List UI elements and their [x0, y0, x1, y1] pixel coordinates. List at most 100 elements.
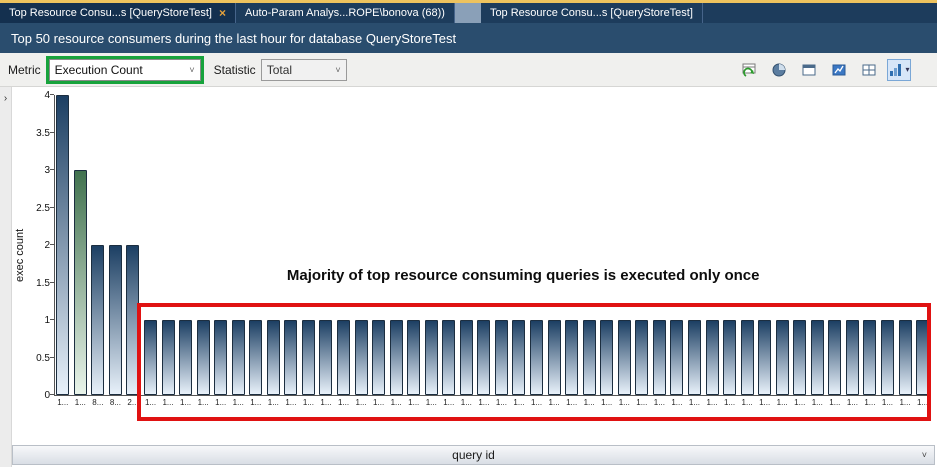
bar[interactable] — [653, 320, 666, 395]
bar[interactable] — [232, 320, 245, 395]
bar[interactable] — [284, 320, 297, 395]
bar-column[interactable]: 1... — [405, 95, 423, 415]
tab-top-resource-consumers-2[interactable]: Top Resource Consu...s [QueryStoreTest] — [481, 3, 703, 23]
grid-view-icon[interactable] — [857, 59, 881, 81]
bar-column[interactable]: 1... — [844, 95, 862, 415]
highlighted-bar[interactable] — [74, 170, 87, 395]
bar-column[interactable]: 1... — [142, 95, 160, 415]
bar[interactable] — [91, 245, 104, 395]
bar[interactable] — [688, 320, 701, 395]
bar[interactable] — [442, 320, 455, 395]
bar-column[interactable]: 1... — [265, 95, 283, 415]
bar-column[interactable]: 1... — [352, 95, 370, 415]
bar-column[interactable]: 1... — [282, 95, 300, 415]
bar[interactable] — [495, 320, 508, 395]
tab-auto-param-analysis[interactable]: Auto-Param Analys...ROPE\bonova (68)) — [236, 3, 455, 23]
collapsed-panel-toggle[interactable]: › — [0, 87, 12, 467]
bar-column[interactable]: 1... — [177, 95, 195, 415]
bar-column[interactable]: 1... — [300, 95, 318, 415]
bar-column[interactable]: 1... — [914, 95, 932, 415]
bar-column[interactable]: 1... — [229, 95, 247, 415]
bar[interactable] — [460, 320, 473, 395]
bar[interactable] — [548, 320, 561, 395]
bar[interactable] — [214, 320, 227, 395]
bar[interactable] — [302, 320, 315, 395]
bar-column[interactable]: 1... — [54, 95, 72, 415]
bar[interactable] — [846, 320, 859, 395]
bar-column[interactable]: 1... — [510, 95, 528, 415]
bar[interactable] — [793, 320, 806, 395]
bar[interactable] — [530, 320, 543, 395]
bar-column[interactable]: 1... — [440, 95, 458, 415]
bar[interactable] — [319, 320, 332, 395]
bar-column[interactable]: 1... — [633, 95, 651, 415]
bar-column[interactable]: 1... — [422, 95, 440, 415]
bar-column[interactable]: 1... — [528, 95, 546, 415]
bar[interactable] — [916, 320, 929, 395]
refresh-icon[interactable] — [737, 59, 761, 81]
bar-column[interactable]: 1... — [493, 95, 511, 415]
bar-column[interactable]: 1... — [545, 95, 563, 415]
bar-column[interactable]: 1... — [686, 95, 704, 415]
bar-column[interactable]: 1... — [580, 95, 598, 415]
bar[interactable] — [863, 320, 876, 395]
bar-column[interactable]: 8... — [89, 95, 107, 415]
bar[interactable] — [249, 320, 262, 395]
bar[interactable] — [583, 320, 596, 395]
bar[interactable] — [706, 320, 719, 395]
close-icon[interactable]: × — [219, 7, 226, 19]
bar[interactable] — [56, 95, 69, 395]
bar[interactable] — [899, 320, 912, 395]
bar[interactable] — [197, 320, 210, 395]
bar-column[interactable]: 1... — [370, 95, 388, 415]
bar[interactable] — [407, 320, 420, 395]
bar-column[interactable]: 1... — [809, 95, 827, 415]
bar-column[interactable]: 1... — [861, 95, 879, 415]
bar[interactable] — [776, 320, 789, 395]
bar-column[interactable]: 1... — [756, 95, 774, 415]
bar[interactable] — [828, 320, 841, 395]
bar[interactable] — [600, 320, 613, 395]
metric-combo[interactable]: Execution Count ˅ — [49, 59, 201, 81]
bar-column[interactable]: 1... — [194, 95, 212, 415]
pie-chart-icon[interactable] — [767, 59, 791, 81]
bar-column[interactable]: 1... — [247, 95, 265, 415]
bar-column[interactable]: 1... — [773, 95, 791, 415]
bar[interactable] — [390, 320, 403, 395]
bar-column[interactable]: 1... — [458, 95, 476, 415]
bar[interactable] — [758, 320, 771, 395]
bar[interactable] — [425, 320, 438, 395]
bar[interactable] — [670, 320, 683, 395]
bar[interactable] — [144, 320, 157, 395]
bar-column[interactable]: 1... — [879, 95, 897, 415]
bar-column[interactable]: 1... — [826, 95, 844, 415]
bar[interactable] — [741, 320, 754, 395]
bar-column[interactable]: 1... — [703, 95, 721, 415]
bar-column[interactable]: 1... — [668, 95, 686, 415]
bar[interactable] — [372, 320, 385, 395]
bar-column[interactable]: 8... — [107, 95, 125, 415]
x-axis-selector[interactable]: query id ˅ — [12, 445, 935, 465]
bar-column[interactable]: 1... — [317, 95, 335, 415]
bar-column[interactable]: 1... — [651, 95, 669, 415]
bar-column[interactable]: 1... — [791, 95, 809, 415]
bar[interactable] — [267, 320, 280, 395]
bar-column[interactable]: 1... — [721, 95, 739, 415]
tab-top-resource-consumers-1[interactable]: Top Resource Consu...s [QueryStoreTest] … — [0, 3, 236, 23]
bar[interactable] — [811, 320, 824, 395]
bar-column[interactable]: 1... — [598, 95, 616, 415]
bar[interactable] — [179, 320, 192, 395]
bar-chart-view-icon[interactable]: ▾ — [887, 59, 911, 81]
bar-column[interactable]: 1... — [387, 95, 405, 415]
bar[interactable] — [618, 320, 631, 395]
bar[interactable] — [162, 320, 175, 395]
bar[interactable] — [337, 320, 350, 395]
bar-column[interactable]: 2... — [124, 95, 142, 415]
bar[interactable] — [355, 320, 368, 395]
chart-window-icon[interactable] — [827, 59, 851, 81]
bar-column[interactable]: 1... — [738, 95, 756, 415]
bar-column[interactable]: 1... — [896, 95, 914, 415]
window-icon[interactable] — [797, 59, 821, 81]
bar[interactable] — [723, 320, 736, 395]
statistic-combo[interactable]: Total ˅ — [261, 59, 347, 81]
